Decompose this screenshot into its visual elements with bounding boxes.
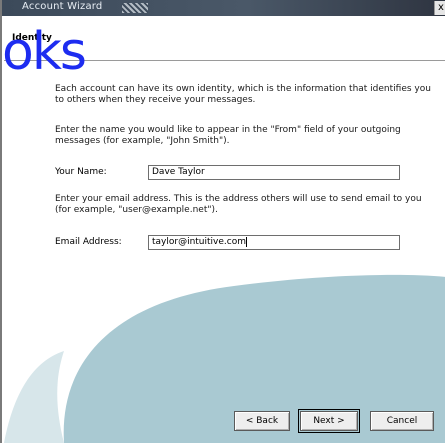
intro-text: Each account can have its own identity, … xyxy=(55,84,431,105)
watermark-logo: oks xyxy=(2,22,87,82)
wizard-content: Each account can have its own identity, … xyxy=(4,61,445,443)
email-value: taylor@intuitive.com xyxy=(152,237,246,247)
background-swoosh xyxy=(4,274,445,443)
email-label: Email Address: xyxy=(55,237,122,247)
email-field[interactable]: taylor@intuitive.com xyxy=(148,235,400,250)
next-button[interactable]: Next > xyxy=(298,409,360,433)
name-value: Dave Taylor xyxy=(152,167,205,177)
titlebar-decoration xyxy=(122,3,148,13)
window-title: Account Wizard xyxy=(22,1,103,12)
button-row: < Back Next > Cancel xyxy=(4,409,445,435)
close-icon[interactable]: x xyxy=(434,1,445,15)
cancel-button[interactable]: Cancel xyxy=(370,411,434,431)
text-caret xyxy=(246,236,247,247)
name-label: Your Name: xyxy=(55,167,107,177)
account-wizard-window: Account Wizard x Identity Each account c… xyxy=(0,0,445,443)
title-bar[interactable]: Account Wizard x xyxy=(2,0,445,16)
name-field[interactable]: Dave Taylor xyxy=(148,165,400,180)
name-instructions: Enter the name you would like to appear … xyxy=(55,125,401,146)
back-button[interactable]: < Back xyxy=(234,411,290,431)
email-instructions: Enter your email address. This is the ad… xyxy=(55,194,422,215)
